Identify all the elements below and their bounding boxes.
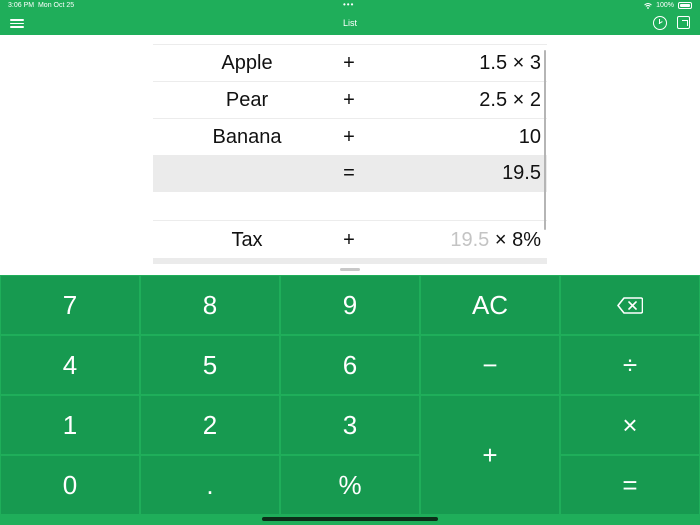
divide-button[interactable]: ÷ — [561, 336, 699, 394]
multitasking-dots[interactable]: ••• — [343, 0, 354, 9]
tax-name[interactable]: Tax — [153, 221, 341, 259]
result-operator: = — [343, 162, 355, 184]
tax-row[interactable]: Tax + 19.5 × 8% — [153, 220, 547, 258]
key-label: × — [622, 409, 638, 440]
result-row[interactable]: = 19.5 — [153, 155, 547, 192]
battery-icon — [678, 2, 692, 9]
key-label: 2 — [202, 409, 218, 440]
key-label: 5 — [202, 349, 218, 380]
history-icon[interactable] — [653, 16, 667, 30]
key-4[interactable]: 4 — [1, 336, 139, 394]
calculation-list: Apple + 1.5 × 3 Pear + 2.5 × 2 Banana + … — [153, 44, 547, 264]
list-row[interactable]: Apple + 1.5 × 3 — [153, 44, 547, 81]
decimal-button[interactable]: . — [141, 456, 279, 514]
key-label: 0 — [62, 469, 78, 500]
minus-button[interactable]: − — [421, 336, 559, 394]
list-row[interactable]: Pear + 2.5 × 2 — [153, 81, 547, 118]
key-7[interactable]: 7 — [1, 276, 139, 334]
key-label: = — [622, 469, 638, 500]
key-label: 9 — [342, 289, 358, 320]
key-label: 1 — [62, 409, 78, 440]
row-operator[interactable]: + — [325, 82, 373, 119]
row-value[interactable]: 10 — [519, 119, 541, 156]
row-name[interactable]: Pear — [153, 82, 341, 119]
drag-handle[interactable] — [340, 268, 360, 271]
key-0[interactable]: 0 — [1, 456, 139, 514]
key-label: 3 — [342, 409, 358, 440]
key-label: % — [338, 469, 362, 500]
key-label: AC — [471, 289, 509, 320]
status-clock: 3:06 PM — [8, 2, 35, 9]
result-value[interactable]: 19.5 — [502, 155, 541, 192]
row-operator[interactable]: + — [325, 119, 373, 156]
key-label: 6 — [342, 349, 358, 380]
key-label: − — [482, 349, 498, 380]
key-5[interactable]: 5 — [141, 336, 279, 394]
keypad: 7 8 9 AC 4 5 6 − ÷ 1 2 3 + × 0 . % = — [0, 275, 700, 525]
row-name[interactable]: Banana — [153, 119, 341, 156]
key-2[interactable]: 2 — [141, 396, 279, 454]
key-label: + — [482, 439, 498, 470]
status-time: 3:06 PM Mon Oct 25 — [8, 2, 74, 9]
tax-reference: 19.5 — [450, 229, 490, 251]
key-label: ÷ — [622, 349, 638, 380]
sheet-icon[interactable] — [677, 16, 690, 29]
key-label: 4 — [62, 349, 78, 380]
tax-rate: × 8% — [489, 229, 541, 251]
tax-operator[interactable]: + — [325, 221, 373, 259]
scrollbar[interactable] — [544, 50, 546, 230]
backspace-button[interactable] — [561, 276, 699, 334]
key-3[interactable]: 3 — [281, 396, 419, 454]
multiply-button[interactable]: × — [561, 396, 699, 454]
list-footer — [153, 258, 547, 264]
key-label: . — [206, 469, 214, 500]
equals-button[interactable]: = — [561, 456, 699, 514]
key-6[interactable]: 6 — [281, 336, 419, 394]
backspace-icon — [617, 296, 643, 314]
battery-percent: 100% — [656, 2, 674, 9]
key-1[interactable]: 1 — [1, 396, 139, 454]
row-value[interactable]: 2.5 × 2 — [479, 82, 541, 119]
home-indicator[interactable] — [262, 517, 438, 521]
plus-button[interactable]: + — [421, 396, 559, 514]
row-name[interactable]: Apple — [153, 45, 341, 82]
key-9[interactable]: 9 — [281, 276, 419, 334]
wifi-icon — [644, 2, 652, 9]
row-value[interactable]: 1.5 × 3 — [479, 45, 541, 82]
page-title: List — [342, 18, 357, 28]
key-label: 7 — [62, 289, 78, 320]
row-operator[interactable]: + — [325, 45, 373, 82]
top-bar: 3:06 PM Mon Oct 25 ••• 100% List — [0, 0, 700, 35]
list-row[interactable]: Banana + 10 — [153, 118, 547, 155]
key-8[interactable]: 8 — [141, 276, 279, 334]
tax-value[interactable]: 19.5 × 8% — [450, 221, 541, 259]
key-label: 8 — [202, 289, 218, 320]
percent-button[interactable]: % — [281, 456, 419, 514]
clear-button[interactable]: AC — [421, 276, 559, 334]
status-right: 100% — [644, 2, 692, 9]
status-date: Mon Oct 25 — [37, 2, 75, 9]
